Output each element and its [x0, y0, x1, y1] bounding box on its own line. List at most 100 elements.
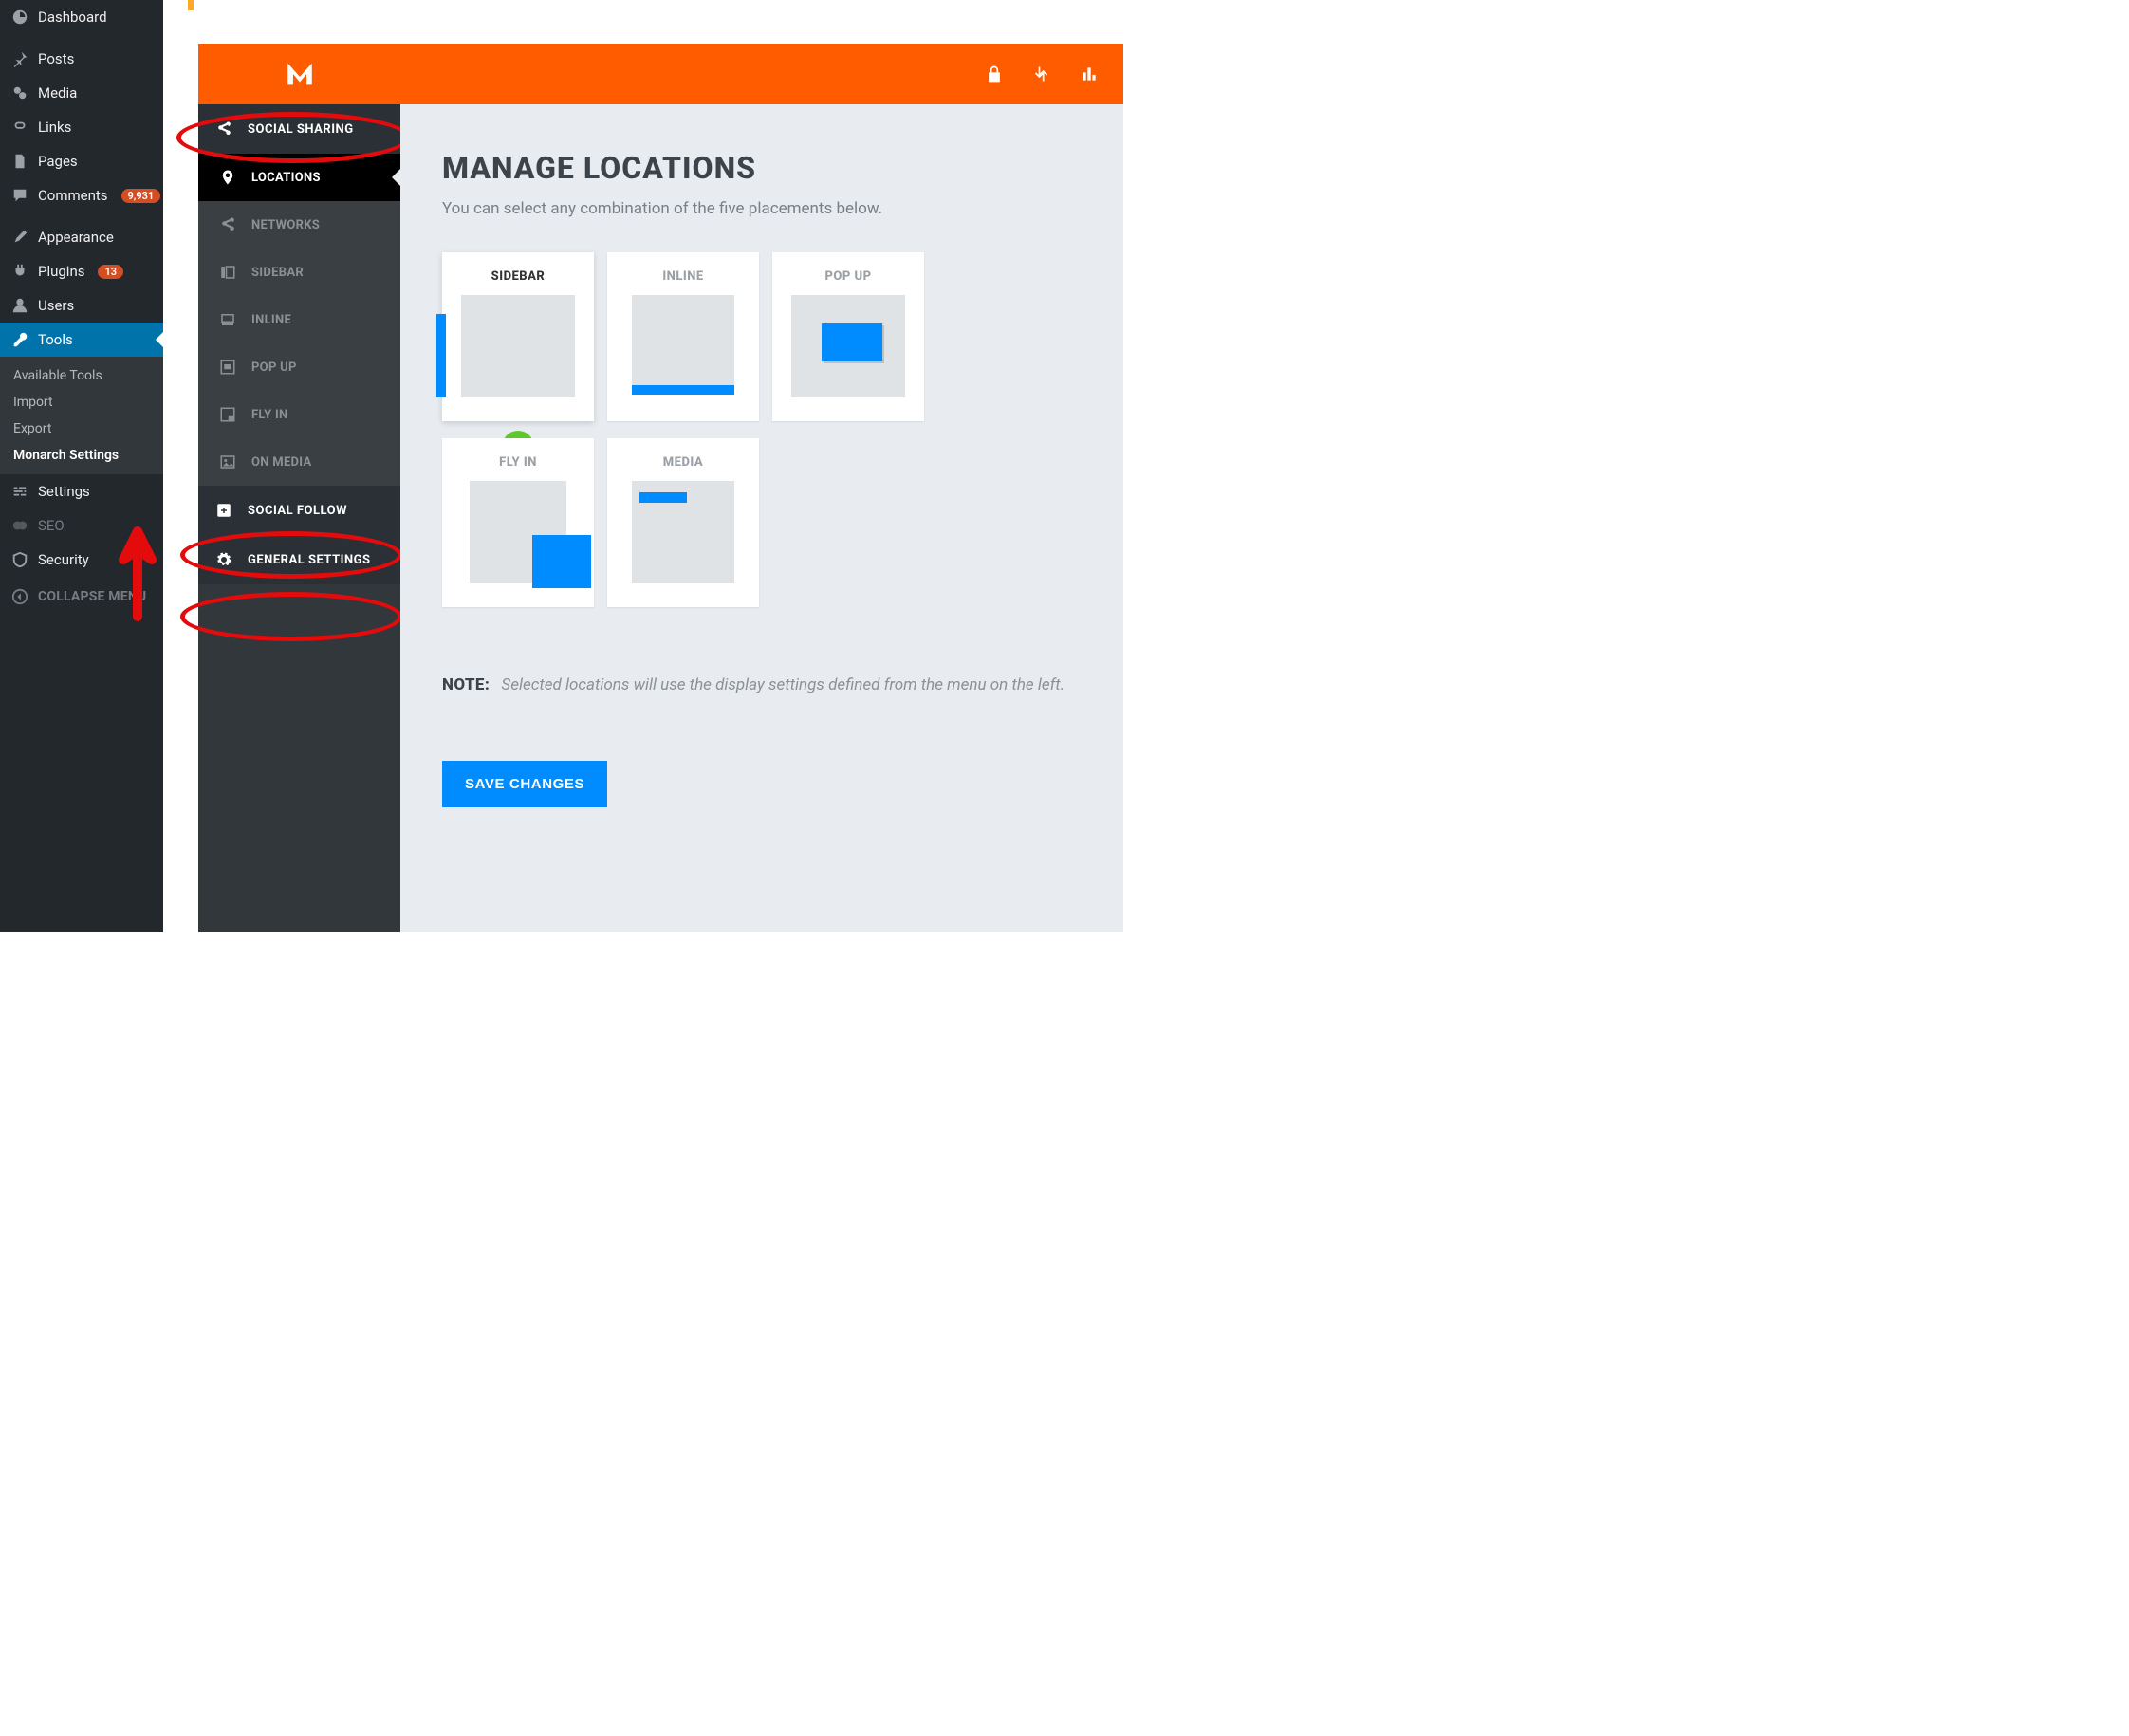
wp-collapse-label: COLLAPSE MENU — [38, 589, 146, 604]
main-content: MANAGE LOCATIONS You can select any comb… — [400, 104, 1123, 932]
wrench-icon — [11, 331, 28, 348]
location-card-title: POP UP — [784, 269, 913, 284]
monarch-sub-onmedia[interactable]: ON MEDIA — [198, 438, 400, 486]
monarch-nav-label: GENERAL SETTINGS — [248, 553, 370, 567]
wp-nav-label: Posts — [38, 50, 74, 67]
popup-layout-icon — [219, 359, 236, 376]
media-icon — [11, 84, 28, 102]
wp-nav-label: Dashboard — [38, 9, 107, 26]
inline-layout-icon — [219, 311, 236, 328]
sidebar-layout-icon — [219, 264, 236, 281]
locations-grid: SIDEBAR INLINE POP UP FLY IN MEDIA — [442, 252, 1082, 607]
wp-nav-security[interactable]: Security — [0, 543, 163, 577]
link-icon — [11, 119, 28, 136]
location-card-flyin[interactable]: FLY IN — [442, 438, 594, 607]
wp-nav-appearance[interactable]: Appearance — [0, 220, 163, 254]
monarch-header — [198, 44, 400, 104]
lock-icon[interactable] — [985, 65, 1004, 83]
location-preview — [470, 481, 566, 583]
page-description: You can select any combination of the fi… — [442, 199, 1082, 218]
share-icon — [219, 216, 236, 233]
location-card-sidebar[interactable]: SIDEBAR — [442, 252, 594, 421]
location-preview — [632, 295, 734, 386]
wp-nav-users[interactable]: Users — [0, 288, 163, 323]
wp-sub-export[interactable]: Export — [0, 416, 163, 442]
monarch-sub-flyin[interactable]: FLY IN — [198, 391, 400, 438]
wp-nav-links[interactable]: Links — [0, 110, 163, 144]
wp-nav-label: Tools — [38, 331, 73, 348]
monarch-nav-label: SOCIAL SHARING — [248, 122, 354, 137]
plus-box-icon — [215, 502, 232, 519]
dashboard-icon — [11, 9, 28, 26]
stats-icon[interactable] — [1080, 65, 1099, 83]
wp-nav-comments[interactable]: Comments 9,931 — [0, 178, 163, 212]
monarch-sub-popup[interactable]: POP UP — [198, 343, 400, 391]
wp-nav-label: Settings — [38, 483, 90, 500]
wp-nav-tools[interactable]: Tools — [0, 323, 163, 357]
location-card-title: SIDEBAR — [454, 269, 583, 284]
wp-nav-settings[interactable]: Settings — [0, 474, 163, 508]
wp-nav-label: Links — [38, 119, 71, 136]
monarch-sub-inline[interactable]: INLINE — [198, 296, 400, 343]
wp-sub-import[interactable]: Import — [0, 389, 163, 416]
flyin-layout-icon — [219, 406, 236, 423]
location-card-title: FLY IN — [454, 455, 583, 470]
user-icon — [11, 297, 28, 314]
monarch-nav-social-follow[interactable]: SOCIAL FOLLOW — [198, 486, 400, 535]
monarch-sidebar: SOCIAL SHARING LOCATIONS NETWORKS SIDEBA… — [198, 44, 400, 932]
monarch-sub-locations[interactable]: LOCATIONS — [198, 154, 400, 201]
location-preview — [791, 295, 905, 397]
monarch-sub-label: POP UP — [251, 360, 297, 375]
wp-nav-plugins[interactable]: Plugins 13 — [0, 254, 163, 288]
wp-nav-label: Media — [38, 84, 77, 102]
save-changes-button[interactable]: SAVE CHANGES — [442, 761, 607, 807]
wp-nav-media[interactable]: Media — [0, 76, 163, 110]
wp-nav-label: SEO — [38, 517, 65, 534]
monarch-sub-label: SIDEBAR — [251, 266, 304, 280]
page-title: MANAGE LOCATIONS — [442, 150, 1082, 186]
collapse-icon — [11, 588, 28, 605]
monarch-nav-label: SOCIAL FOLLOW — [248, 504, 347, 518]
monarch-nav-general-settings[interactable]: GENERAL SETTINGS — [198, 535, 400, 584]
share-icon — [215, 120, 232, 138]
monarch-sub-label: LOCATIONS — [251, 171, 321, 185]
wp-nav-pages[interactable]: Pages — [0, 144, 163, 178]
location-card-inline[interactable]: INLINE — [607, 252, 759, 421]
wp-tools-submenu: Available Tools Import Export Monarch Se… — [0, 357, 163, 474]
note-label: NOTE: — [442, 675, 490, 694]
monarch-topbar — [400, 44, 1123, 104]
location-pin-icon — [219, 169, 236, 186]
plug-icon — [11, 263, 28, 280]
import-export-icon[interactable] — [1032, 65, 1051, 83]
shield-icon — [11, 551, 28, 568]
wp-nav-label: Pages — [38, 153, 78, 170]
location-card-popup[interactable]: POP UP — [772, 252, 924, 421]
monarch-sub-networks[interactable]: NETWORKS — [198, 201, 400, 249]
wp-nav-label: Plugins — [38, 263, 84, 280]
wp-nav-label: Security — [38, 551, 89, 568]
pin-icon — [11, 50, 28, 67]
page-icon — [11, 153, 28, 170]
wp-nav-label: Users — [38, 297, 74, 314]
wp-sub-available-tools[interactable]: Available Tools — [0, 362, 163, 389]
comment-icon — [11, 187, 28, 204]
seo-icon — [11, 517, 28, 534]
comments-count-badge: 9,931 — [121, 189, 161, 203]
wp-nav-dashboard[interactable]: Dashboard — [0, 0, 163, 34]
wp-sub-monarch-settings[interactable]: Monarch Settings — [0, 442, 163, 469]
plugins-count-badge: 13 — [98, 265, 123, 279]
monarch-sub-label: FLY IN — [251, 408, 288, 422]
location-preview — [461, 295, 575, 397]
wp-nav-label: Comments — [38, 187, 108, 204]
location-preview — [632, 481, 734, 583]
wp-nav-seo[interactable]: SEO — [0, 508, 163, 543]
location-card-media[interactable]: MEDIA — [607, 438, 759, 607]
wp-nav-label: Appearance — [38, 229, 114, 246]
gear-icon — [215, 551, 232, 568]
monarch-sub-sidebar[interactable]: SIDEBAR — [198, 249, 400, 296]
wp-collapse-menu[interactable]: COLLAPSE MENU — [0, 577, 163, 617]
note-body: Selected locations will use the display … — [501, 675, 1064, 694]
monarch-nav-social-sharing[interactable]: SOCIAL SHARING — [198, 104, 400, 154]
wp-nav-posts[interactable]: Posts — [0, 42, 163, 76]
brush-icon — [11, 229, 28, 246]
